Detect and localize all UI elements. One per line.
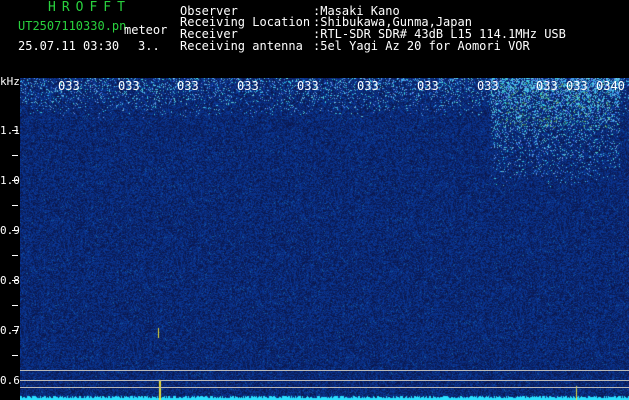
filename-label: UT2507110330.pn [18,19,127,33]
datetime-label: 25.07.11 03:30 [18,39,120,53]
count-label: 3.. [138,39,160,53]
time-label: 033 [177,79,199,93]
reference-line [20,380,629,381]
app-title: HROFFT [48,0,131,15]
time-label: 033 [118,79,140,93]
mode-label: meteor [124,23,168,37]
time-label: 033 [536,79,558,93]
y-tick [12,155,18,156]
spectrogram [20,78,629,400]
time-label: 033 [297,79,319,93]
time-label: 033 [477,79,499,93]
y-axis-unit: kHz [0,75,20,88]
y-tick [12,205,18,206]
time-label: 033 [417,79,439,93]
time-label: 033 [237,79,259,93]
y-tick [12,180,18,181]
y-tick-label: 0.6 [0,374,20,387]
antenna-value: :5el Yagi Az 20 for Aomori VOR [313,39,530,53]
y-tick [12,230,18,231]
reference-line [20,370,629,371]
y-tick [12,255,18,256]
y-tick [12,355,18,356]
time-label: 033 [566,79,588,93]
time-label: 033 [357,79,379,93]
spectrogram-canvas [20,78,629,400]
y-tick [12,305,18,306]
reference-line [20,387,629,388]
antenna-label: Receiving antenna [180,39,303,53]
y-tick [12,280,18,281]
y-tick [12,130,18,131]
y-tick [12,330,18,331]
time-label: 033 [58,79,80,93]
time-label: 0340 [596,79,625,93]
